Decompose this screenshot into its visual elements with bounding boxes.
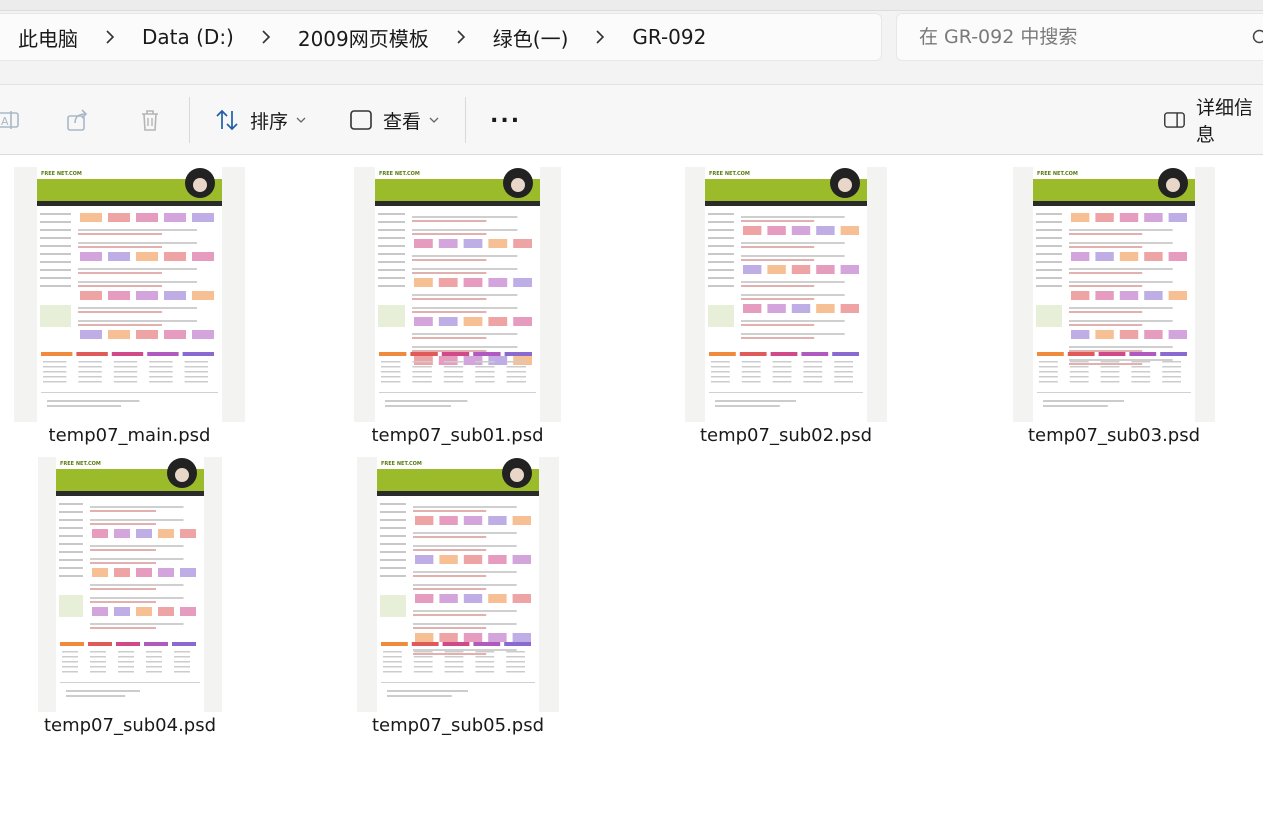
more-options-button[interactable]: ... <box>490 103 521 137</box>
file-item[interactable]: FREE NET.COM temp07_sub05.psd <box>357 457 559 739</box>
thumbnail-preview: FREE NET.COM <box>375 167 540 422</box>
file-name: temp07_main.psd <box>48 425 211 446</box>
thumbnail-logo-text: FREE NET.COM <box>60 461 101 467</box>
title-bar-strip <box>0 0 1263 11</box>
breadcrumb-item-data-drive[interactable]: Data (D:) <box>142 25 234 49</box>
view-icon <box>350 110 372 130</box>
breadcrumb-item-this-pc[interactable]: 此电脑 <box>18 23 78 52</box>
file-item[interactable]: FREE NET.COM temp07_sub02.psd <box>685 167 887 449</box>
file-name: temp07_sub02.psd <box>699 425 873 446</box>
file-thumbnail: FREE NET.COM <box>685 167 887 422</box>
file-name: temp07_sub04.psd <box>43 715 217 736</box>
breadcrumb[interactable]: 此电脑 Data (D:) 2009网页模板 绿色(一) GR-092 <box>0 13 882 61</box>
thumbnail-logo-text: FREE NET.COM <box>379 171 420 177</box>
details-label: 详细信息 <box>1195 97 1253 146</box>
file-item[interactable]: FREE NET.COM temp07_sub03.psd <box>1013 167 1215 449</box>
file-list: FREE NET.COM temp07_main.psd FREE NET.CO… <box>0 155 1263 827</box>
file-item[interactable]: FREE NET.COM temp07_main.psd <box>14 167 245 449</box>
details-button[interactable]: 详细信息 <box>1163 97 1263 146</box>
details-pane-icon <box>1164 112 1185 128</box>
share-icon[interactable] <box>65 107 91 133</box>
file-name: temp07_sub05.psd <box>371 715 545 736</box>
search-input[interactable] <box>917 25 1241 49</box>
file-thumbnail: FREE NET.COM <box>14 167 245 422</box>
file-thumbnail: FREE NET.COM <box>354 167 561 422</box>
toolbar-divider <box>465 97 466 143</box>
svg-text:A: A <box>1 115 9 128</box>
thumbnail-logo-text: FREE NET.COM <box>1037 171 1078 177</box>
file-item[interactable]: FREE NET.COM temp07_sub01.psd <box>354 167 561 449</box>
breadcrumb-item-green[interactable]: 绿色(一) <box>493 23 569 52</box>
thumbnail-preview: FREE NET.COM <box>705 167 867 422</box>
thumbnail-preview: FREE NET.COM <box>56 457 204 712</box>
search-box[interactable] <box>896 13 1263 61</box>
command-bar: A 排序 查看 ... 详细信息 <box>0 85 1263 155</box>
sort-icon <box>216 109 238 131</box>
chevron-right-icon[interactable] <box>90 30 130 44</box>
chevron-right-icon[interactable] <box>246 30 286 44</box>
file-name: temp07_sub03.psd <box>1027 425 1201 446</box>
delete-icon[interactable] <box>137 107 163 133</box>
thumbnail-preview: FREE NET.COM <box>1033 167 1195 422</box>
more-label: ... <box>490 102 522 128</box>
sort-label: 排序 <box>250 110 289 133</box>
file-name: temp07_sub01.psd <box>371 425 544 446</box>
thumbnail-logo-text: FREE NET.COM <box>381 461 422 467</box>
thumbnail-logo-text: FREE NET.COM <box>41 171 82 177</box>
breadcrumb-item-gr-092[interactable]: GR-092 <box>632 25 706 49</box>
file-thumbnail: FREE NET.COM <box>357 457 559 712</box>
breadcrumb-item-templates[interactable]: 2009网页模板 <box>298 23 429 52</box>
chevron-right-icon[interactable] <box>580 30 620 44</box>
thumbnail-preview: FREE NET.COM <box>37 167 222 422</box>
file-thumbnail: FREE NET.COM <box>1013 167 1215 422</box>
view-button[interactable]: 查看 <box>349 103 439 137</box>
rename-icon[interactable]: A <box>0 107 20 133</box>
chevron-right-icon[interactable] <box>441 30 481 44</box>
file-thumbnail: FREE NET.COM <box>38 457 222 712</box>
chevron-down-icon <box>429 117 439 123</box>
chevron-down-icon <box>296 117 306 123</box>
file-item[interactable]: FREE NET.COM temp07_sub04.psd <box>38 457 222 739</box>
thumbnail-preview: FREE NET.COM <box>377 457 539 712</box>
toolbar-divider <box>189 97 190 143</box>
search-icon[interactable] <box>1252 29 1263 47</box>
sort-button[interactable]: 排序 <box>214 103 306 137</box>
view-label: 查看 <box>383 110 422 133</box>
thumbnail-logo-text: FREE NET.COM <box>709 171 750 177</box>
